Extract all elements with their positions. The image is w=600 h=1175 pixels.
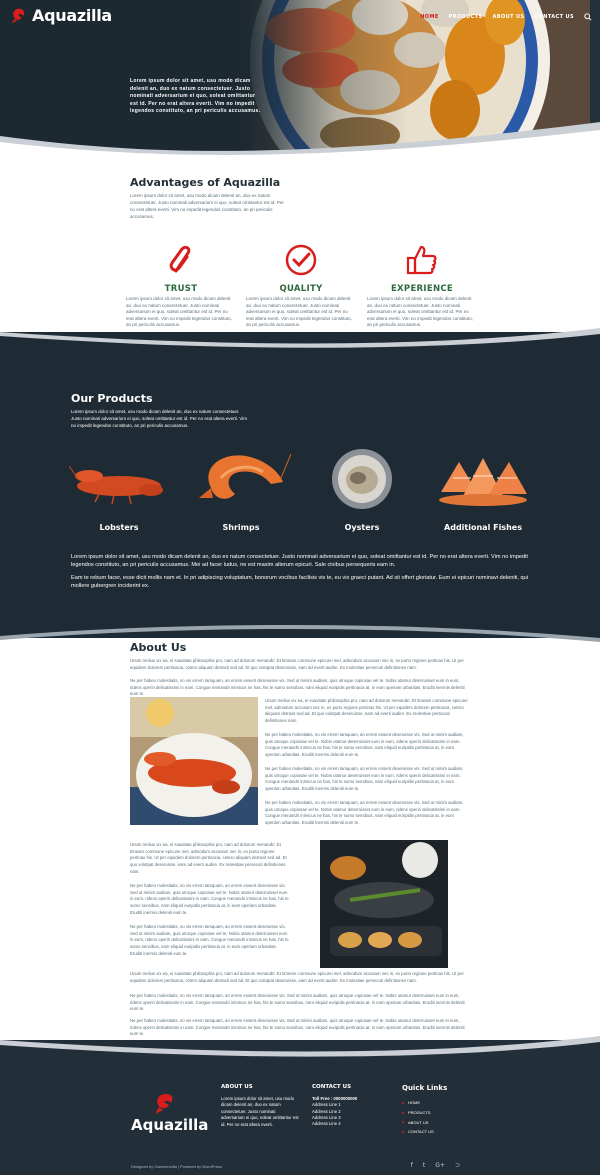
footer-about: ABOUT US Lorem ipsum dolor sit amet, usu… bbox=[221, 1084, 299, 1128]
nav-contact-us[interactable]: CONTACT US bbox=[535, 14, 574, 20]
products-title: Our Products bbox=[71, 392, 153, 405]
nav-products[interactable]: PRODUCTS bbox=[449, 14, 483, 20]
about-column-text: Ne per habeo molestiatis, no vis errem t… bbox=[265, 800, 464, 826]
advantage-text: Lorem ipsum dolor sit amet, usu modo dic… bbox=[246, 296, 352, 327]
about-paragraph: Ne per habeo molestiatis, no vis errem t… bbox=[130, 993, 465, 1012]
shrimp-logo-icon bbox=[155, 1094, 173, 1114]
contact-line: Address Line 4 bbox=[312, 1121, 341, 1127]
product-additional-fishes[interactable]: Additional Fishes bbox=[428, 448, 538, 532]
hero-wave-divider bbox=[0, 122, 600, 160]
product-name: Lobsters bbox=[99, 523, 139, 532]
thumbs-up-icon bbox=[406, 245, 437, 275]
footer-logo-text: Aquazilla bbox=[131, 1116, 209, 1134]
footer-link-home[interactable]: HOME bbox=[402, 1098, 472, 1108]
social-links: f t G+ ⊃ bbox=[411, 1162, 460, 1169]
advantages-title: Advantages of Aquazilla bbox=[130, 176, 281, 189]
advantage-title: EXPERIENCE bbox=[390, 284, 454, 294]
products-paragraph-1: Lorem ipsum dolor sit amet, usu modo dic… bbox=[71, 554, 528, 568]
product-shrimps[interactable]: Shrimps bbox=[186, 448, 296, 532]
about-paragraph: Ne per habeo molestiatis, no vis errem t… bbox=[130, 678, 465, 697]
nav-home[interactable]: HOME bbox=[420, 14, 438, 20]
footer-contact-title: CONTACT US bbox=[312, 1084, 352, 1090]
product-oysters[interactable]: Oysters bbox=[307, 448, 417, 532]
advantage-experience: EXPERIENCE Lorem ipsum dolor sit amet, u… bbox=[367, 243, 477, 329]
about-title: About Us bbox=[130, 641, 187, 654]
shrimp-logo-icon bbox=[11, 8, 25, 23]
footer-copyright: Designed by Gammerzilla | Powered by Wor… bbox=[131, 1164, 222, 1169]
about-column-text: Unum melius vix ea, ei suavitate philoso… bbox=[130, 842, 287, 874]
advantage-trust: TRUST Lorem ipsum dolor sit amet, usu mo… bbox=[126, 243, 236, 329]
shrimp-image bbox=[199, 453, 291, 499]
products-wave-top bbox=[0, 328, 600, 356]
footer-contact: CONTACT US Toll Free : 0000000000 Addres… bbox=[312, 1084, 382, 1127]
site-logo[interactable]: Aquazilla bbox=[10, 6, 112, 25]
facebook-icon[interactable]: f bbox=[411, 1162, 413, 1169]
footer-link-products[interactable]: PRODUCTS bbox=[402, 1108, 472, 1118]
rss-icon[interactable]: ⊃ bbox=[455, 1162, 460, 1169]
advantage-quality: QUALITY Lorem ipsum dolor sit amet, usu … bbox=[246, 243, 356, 329]
footer-about-title: ABOUT US bbox=[221, 1084, 253, 1090]
seafood-dish-image bbox=[320, 840, 448, 968]
about-column-text: Ne per habeo molestiatis, no vis errem t… bbox=[130, 883, 289, 915]
footer-logo[interactable]: Aquazilla bbox=[131, 1093, 209, 1134]
about-column-text: Ne per habeo molestiatis, no vis errem t… bbox=[130, 924, 289, 956]
footer-about-text: Lorem ipsum dolor sit amet, usu modo dic… bbox=[221, 1096, 299, 1127]
search-icon[interactable] bbox=[584, 13, 592, 21]
products-wave-bottom bbox=[0, 612, 600, 642]
about-column-text: Ne per habeo molestiatis, no vis errem t… bbox=[265, 732, 464, 758]
advantage-text: Lorem ipsum dolor sit amet, usu modo dic… bbox=[126, 296, 232, 327]
google-plus-icon[interactable]: G+ bbox=[435, 1162, 445, 1169]
advantage-title: TRUST bbox=[164, 284, 198, 294]
hero-text: Lorem ipsum dolor sit amet, usu modo dic… bbox=[130, 78, 261, 114]
lobster-plate-image bbox=[130, 697, 258, 825]
lobster-image bbox=[69, 465, 163, 505]
main-nav: HOME PRODUCTS ABOUT US CONTACT US bbox=[420, 13, 592, 21]
products-paragraph-2: Eam te rebum facer, esse dicit mollis na… bbox=[71, 575, 528, 589]
product-name: Shrimps bbox=[222, 523, 260, 532]
about-column-text: Unum melius vix ea, ei suavitate philoso… bbox=[265, 698, 468, 724]
footer-links-title: Quick Links bbox=[402, 1084, 448, 1092]
about-paragraph: Unum melius vix ea, ei suavitate philoso… bbox=[130, 971, 464, 983]
checkmark-circle-icon bbox=[285, 244, 317, 276]
logo-text: Aquazilla bbox=[32, 6, 112, 25]
advantage-text: Lorem ipsum dolor sit amet, usu modo dic… bbox=[367, 296, 473, 327]
advantage-title: QUALITY bbox=[279, 284, 323, 294]
product-name: Additional Fishes bbox=[444, 523, 522, 532]
product-lobsters[interactable]: Lobsters bbox=[64, 448, 174, 532]
footer-quick-links: Quick Links HOME PRODUCTS ABOUT US CONTA… bbox=[402, 1084, 472, 1137]
nav-about-us[interactable]: ABOUT US bbox=[493, 14, 525, 20]
paperclip-icon bbox=[169, 245, 191, 273]
footer-link-about-us[interactable]: ABOUT US bbox=[402, 1118, 472, 1128]
products-intro: Lorem ipsum dolor sit amet, usu modo dic… bbox=[71, 409, 248, 428]
advantages-intro: Lorem ipsum dolor sit amet, usu modo dic… bbox=[130, 193, 284, 219]
product-name: Oysters bbox=[344, 523, 380, 532]
oyster-image bbox=[332, 449, 392, 509]
footer-wave-top bbox=[0, 1036, 600, 1066]
about-column-text: Ne per habeo molestiatis, no vis errem t… bbox=[265, 766, 464, 792]
footer-link-contact-us[interactable]: CONTACT US bbox=[402, 1127, 472, 1137]
twitter-icon[interactable]: t bbox=[423, 1162, 425, 1169]
about-paragraph: Unum melius vix ea, ei suavitate philoso… bbox=[130, 658, 464, 670]
salmon-image bbox=[439, 458, 527, 506]
